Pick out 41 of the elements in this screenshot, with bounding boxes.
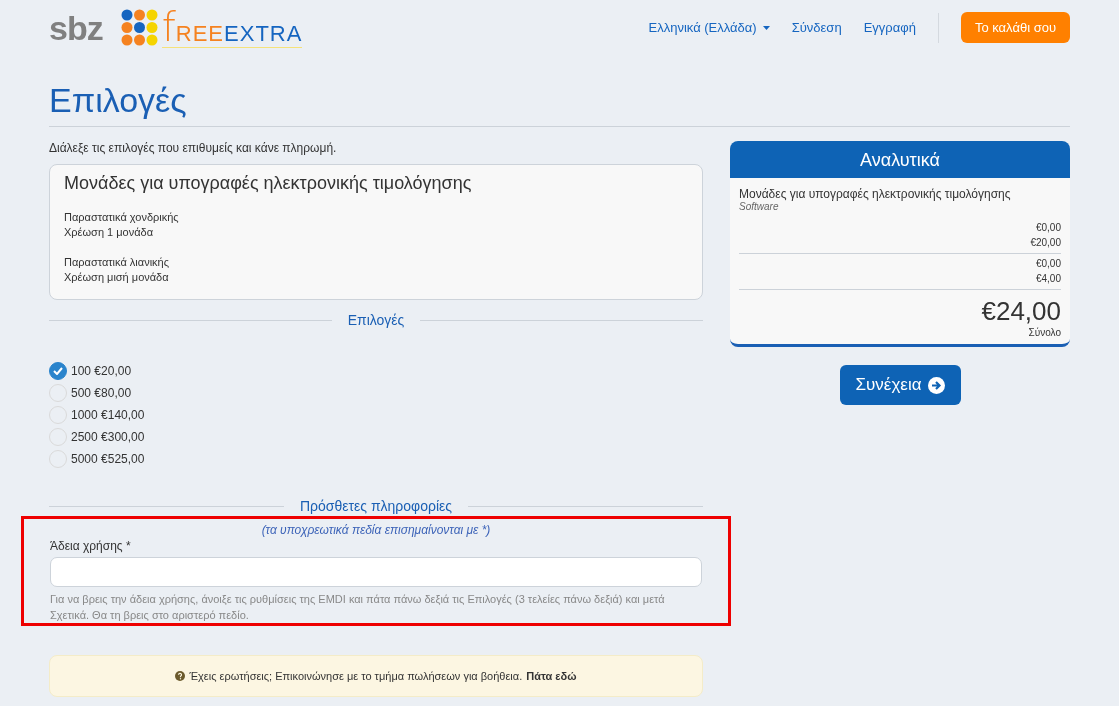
required-note: (τα υποχρεωτικά πεδία επισημαίνονται με *)	[260, 523, 492, 537]
option-label[interactable]: 2500 €300,00	[71, 430, 145, 444]
total-label: Σύνολο	[1027, 327, 1061, 338]
price-text: €0,00	[1035, 221, 1061, 235]
dots-logo-icon	[120, 9, 158, 46]
intro-text: Διάλεξε τις επιλογές που επιθυμείς και κάνε πληρωμή.	[49, 141, 338, 155]
page-title: Επιλογές	[49, 81, 1070, 127]
summary-item: Μονάδες για υπογραφές ηλεκτρονικής τιμολόγησης	[739, 187, 1012, 201]
price-text: €0,00	[1035, 257, 1061, 271]
note-text: Παραστατικά χονδρικής	[64, 210, 180, 225]
caret-icon	[762, 25, 770, 30]
license-input-field[interactable]	[50, 557, 702, 587]
option-radio[interactable]	[49, 362, 67, 380]
question-icon	[175, 671, 186, 681]
price-text: €20,00	[1030, 236, 1061, 250]
note-text: Χρέωση 1 μονάδα	[64, 225, 155, 240]
nav-link[interactable]: Σύνδεση	[791, 20, 842, 35]
price-text: €4,00	[1035, 272, 1061, 286]
check-icon	[53, 367, 63, 375]
summary-title: Αναλυτικά	[730, 141, 1070, 178]
option-label[interactable]: 100 €20,00	[71, 364, 132, 378]
option-label[interactable]: 500 €80,00	[71, 386, 132, 400]
help-message: Έχεις ερωτήσεις; Επικοινώνησε με το τμήμα πωλήσεων για βοήθεια.	[189, 670, 523, 682]
note-text: Χρέωση μισή μονάδα	[64, 270, 170, 285]
note-text: Παραστατικά λιανικής	[64, 255, 170, 270]
continue-button[interactable]: Συνέχεια	[839, 365, 961, 405]
sbz-logo[interactable]: sbz	[49, 10, 103, 45]
field-label: Άδεια χρήσης *	[50, 539, 132, 553]
help-text: Για να βρεις την άδεια χρήσης, άνοιξε τις ρυθμίσεις της EMDI και πάτα πάνω δεξιά τις Επιλογές (3 τελείες πάνω δεξιά) και μετά Σχετικά. Θα τη βρεις στο αριστερό πεδίο.	[50, 592, 666, 623]
product-title: Μονάδες για υπογραφές ηλεκτρονικής τιμολόγησης	[64, 173, 473, 194]
arrow-right-icon	[927, 376, 945, 394]
option-label[interactable]: 5000 €525,00	[71, 452, 145, 466]
section-heading: Πρόσθετες πληροφορίες	[299, 498, 453, 514]
language-dropdown[interactable]: Ελληνικά (Ελλάδα)	[648, 20, 770, 35]
section-heading: Επιλογές	[347, 312, 405, 328]
item-category: Software	[739, 201, 780, 212]
total-amount: €24,00	[980, 296, 1061, 327]
option-label[interactable]: 1000 €140,00	[71, 408, 145, 422]
nav-link[interactable]: Εγγραφή	[863, 20, 916, 35]
freeextra-logo[interactable]: fREEEXTRA	[161, 7, 303, 48]
contact-link[interactable]: Πάτα εδώ	[526, 670, 577, 682]
